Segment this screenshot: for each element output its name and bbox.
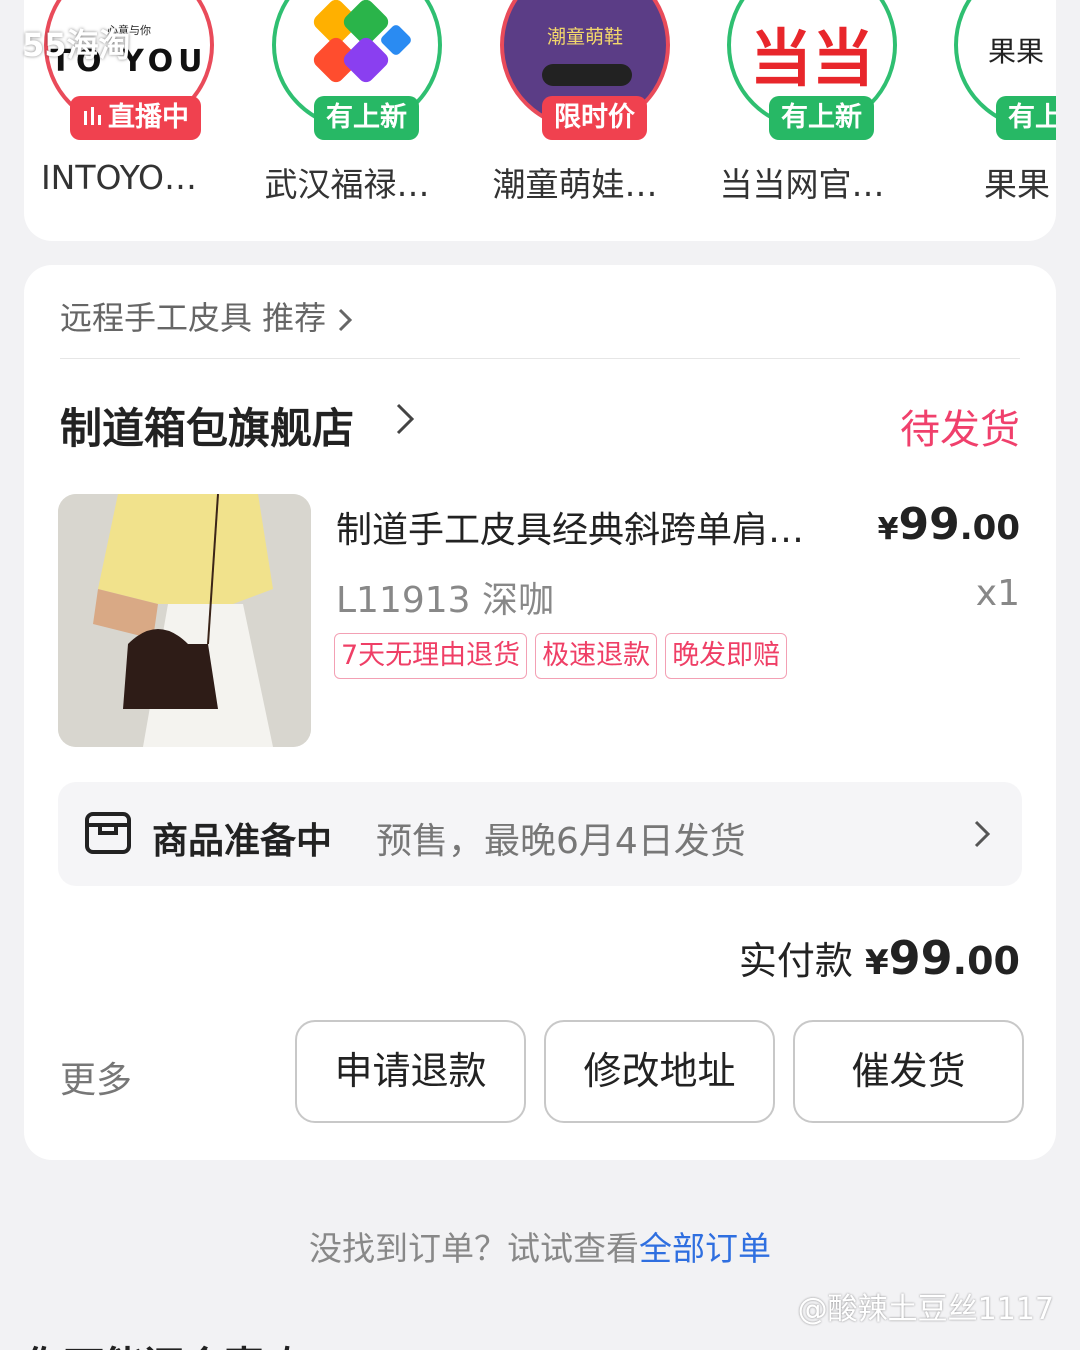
store-badge-label: 直播中 [108, 102, 189, 133]
store-name: 武汉福禄… [264, 165, 430, 204]
service-tag: 晚发即赔 [665, 633, 788, 679]
store-name: 当当网官… [719, 165, 885, 204]
store-logo-text: 潮童萌鞋 [546, 26, 623, 48]
more-button[interactable]: 更多 [60, 1051, 132, 1103]
section-heading-cut: 你可能还会喜欢 [24, 1334, 304, 1350]
urge-shipping-button[interactable]: 催发货 [793, 1020, 1024, 1123]
service-tag: 极速退款 [535, 633, 658, 679]
page: 心意与你 TO YOU 直播中 INTOYO… 有上新 武汉福禄… 潮童萌鞋 限… [0, 0, 1080, 1350]
paid-dec: .00 [952, 939, 1020, 983]
price-currency: ¥ [877, 512, 899, 547]
store-item[interactable]: 果果 有上新 果果 [924, 0, 1056, 241]
store-name: 果果 [984, 165, 1050, 204]
no-order-hint: 没找到订单？试试查看全部订单 [0, 1222, 1080, 1270]
shop-name[interactable]: 制道箱包旗舰店 [60, 395, 354, 456]
store-strip: 心意与你 TO YOU 直播中 INTOYO… 有上新 武汉福禄… 潮童萌鞋 限… [24, 0, 1056, 241]
recommend-label: 远程手工皮具 推荐 [60, 299, 327, 337]
product-sku: L11913 深咖 [336, 580, 555, 621]
all-orders-link[interactable]: 全部订单 [639, 1229, 771, 1268]
store-badge: 有上新 [769, 96, 874, 140]
store-logo-text: 当当 [749, 22, 874, 95]
paid-amount: 实付款 ¥99.00 [739, 930, 1020, 985]
store-badge: 直播中 [70, 96, 201, 140]
product-image[interactable] [58, 494, 311, 747]
price-int: 99 [898, 499, 960, 550]
store-badge: 有上新 [996, 96, 1056, 140]
paid-int: 99 [888, 931, 953, 985]
service-tag: 7天无理由退货 [334, 633, 528, 679]
shipping-status-bar[interactable]: 商品准备中 预售，最晚6月4日发货 [58, 782, 1022, 886]
store-badge: 有上新 [314, 96, 419, 140]
live-bars-icon [82, 97, 104, 141]
prep-title: 商品准备中 [152, 821, 333, 862]
order-status: 待发货 [900, 407, 1020, 453]
divider [60, 358, 1020, 359]
store-name: INTOYO… [40, 158, 198, 197]
store-item[interactable]: 当当 有上新 当当网官… [697, 0, 897, 241]
store-name: 潮童萌娃… [492, 165, 658, 204]
recommend-link[interactable]: 远程手工皮具 推荐 [60, 293, 354, 339]
store-item[interactable]: 潮童萌鞋 限时价 潮童萌娃… [470, 0, 670, 241]
chevron-right-icon [972, 818, 992, 854]
order-card: 远程手工皮具 推荐 制道箱包旗舰店 待发货 制道手工皮具经典斜跨单肩… ¥99.… [24, 265, 1056, 1160]
user-watermark: @酸辣土豆丝1117 [797, 1292, 1054, 1327]
site-watermark: 55海淘 [22, 26, 131, 64]
service-tags: 7天无理由退货 极速退款 晚发即赔 [334, 633, 788, 679]
change-address-button[interactable]: 修改地址 [544, 1020, 775, 1123]
chevron-right-icon [336, 299, 354, 337]
product-qty: x1 [975, 573, 1020, 614]
store-item[interactable]: 有上新 武汉福禄… [242, 0, 442, 241]
product-price: ¥99.00 [878, 499, 1020, 550]
product-title[interactable]: 制道手工皮具经典斜跨单肩… [336, 501, 866, 553]
store-badge: 限时价 [542, 96, 647, 140]
store-logo-text: 果果 [988, 35, 1045, 68]
package-box-icon [84, 811, 132, 859]
chevron-right-icon[interactable] [394, 401, 416, 441]
paid-label: 实付款 [738, 939, 853, 983]
apply-refund-button[interactable]: 申请退款 [295, 1020, 526, 1123]
prep-desc: 预售，最晚6月4日发货 [376, 821, 746, 862]
price-dec: .00 [959, 508, 1020, 548]
store-logo-shoes [542, 64, 632, 86]
hint-text: 没找到订单？试试查看 [309, 1229, 639, 1268]
paid-currency: ¥ [864, 943, 889, 983]
